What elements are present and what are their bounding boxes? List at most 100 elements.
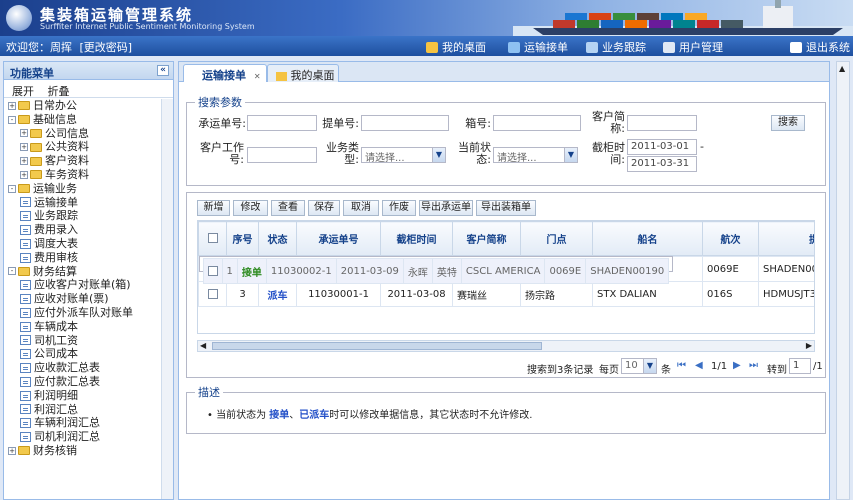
table-row[interactable]: 1 接单 11030002-1 2011-03-09 永晖 英特 CSCL AMERICA 0… [198,256,674,284]
col-header-order[interactable]: 承运单号 [296,221,381,256]
status-select[interactable]: 请选择... ▼ [493,147,578,164]
scroll-up-icon[interactable]: ▲ [839,64,845,73]
collapse-icon[interactable]: - [8,267,16,276]
nav-business-tracking[interactable]: 业务跟踪 [586,39,646,55]
col-header-voyage[interactable]: 航次 [702,221,759,256]
expand-all-button[interactable]: 展开 [12,85,34,98]
col-header-status[interactable]: 状态 [258,221,297,256]
toolbar-button[interactable]: 修改 [233,200,268,216]
expand-icon[interactable]: + [20,157,28,166]
sidebar-item[interactable]: 司机利润汇总 [8,430,169,444]
sidebar-item[interactable]: 应收对账单(票) [8,292,169,306]
sidebar-scrollbar[interactable] [161,99,173,499]
goto-input[interactable]: 1 [789,358,811,374]
close-icon[interactable]: ✕ [254,72,261,81]
toolbar-button[interactable]: 查看 [271,200,305,216]
biz-type-select[interactable]: 请选择... ▼ [361,147,446,164]
expand-icon[interactable]: + [8,446,16,455]
sidebar-item[interactable]: 运输接单 [8,196,169,210]
col-header-vessel[interactable]: 船名 [592,221,703,256]
search-button[interactable]: 搜索 [771,115,805,131]
change-password-link[interactable]: [更改密码] [80,41,133,54]
sidebar-item[interactable]: 应付外派车队对账单 [8,306,169,320]
logout-button[interactable]: 退出系统 [790,39,850,55]
toolbar-button[interactable]: 作废 [382,200,416,216]
toolbar-button[interactable]: 新增 [197,200,230,216]
collapse-icon[interactable]: - [8,115,16,124]
cutoff-to-input[interactable]: 2011-03-31 [627,156,697,172]
toolbar-button[interactable]: 取消 [343,200,379,216]
customer-input[interactable] [627,115,697,131]
sidebar-item[interactable]: + 客户资料 [8,154,169,168]
sidebar-item[interactable]: 费用审核 [8,251,169,265]
sidebar-item[interactable]: 应付款汇总表 [8,375,169,389]
col-header-no[interactable]: 序号 [226,221,259,256]
expand-icon[interactable]: + [8,101,16,110]
page-icon [20,280,31,291]
per-page-select[interactable]: 10 ▼ [621,358,657,374]
nav-home-label: 我的桌面 [442,41,486,54]
cutoff-from-input[interactable]: 2011-03-01 [627,139,697,155]
order-no-input[interactable] [247,115,317,131]
sidebar-item[interactable]: 车辆利润汇总 [8,416,169,430]
collapse-icon[interactable]: - [8,184,16,193]
sidebar-item[interactable]: 应收客户对账单(箱) [8,278,169,292]
tab-transport-order[interactable]: 运输接单 ✕ [183,64,267,82]
sidebar-item[interactable]: 车辆成本 [8,320,169,334]
toolbar-button[interactable]: 导出装箱单 [476,200,536,216]
expand-icon[interactable]: + [20,129,28,138]
sidebar-item[interactable]: 公司成本 [8,347,169,361]
checkbox-icon[interactable] [207,265,218,276]
sidebar-item[interactable]: - 运输业务 [8,182,169,196]
row-checkbox-cell[interactable] [202,258,223,284]
toolbar-button[interactable]: 导出承运单 [419,200,473,216]
page-scrollbar[interactable]: ▲ [836,61,850,500]
prev-page-icon[interactable]: ◀ [695,360,703,371]
cell-order: 11030002-1 [265,258,337,284]
nav-transport-order[interactable]: 运输接单 [508,39,568,55]
sidebar-item[interactable]: + 日常办公 [8,99,169,113]
work-no-label: 客户工作号: [200,141,244,166]
row-checkbox-cell[interactable] [198,281,227,307]
sidebar-item[interactable]: - 财务结算 [8,265,169,279]
sidebar-item[interactable]: 调度大表 [8,237,169,251]
horizontal-scrollbar[interactable]: ◀ ▶ [197,340,815,352]
page-icon [20,363,31,374]
tab-my-desktop[interactable]: 我的桌面 [267,64,339,82]
select-all-checkbox[interactable] [198,221,227,256]
toolbar-button[interactable]: 保存 [308,200,340,216]
bl-no-input[interactable] [361,115,449,131]
nav-home[interactable]: 我的桌面 [426,39,486,55]
col-header-cutoff[interactable]: 截柜时间 [380,221,453,256]
sidebar-item[interactable]: 司机工资 [8,334,169,348]
collapse-sidebar-button[interactable]: « [157,65,169,76]
checkbox-icon[interactable] [207,288,218,299]
box-no-input[interactable] [493,115,581,131]
sidebar-item[interactable]: 利润明细 [8,389,169,403]
sidebar-item[interactable]: 费用录入 [8,223,169,237]
scroll-left-icon[interactable]: ◀ [200,341,206,350]
sidebar-item[interactable]: 应收款汇总表 [8,361,169,375]
first-page-icon[interactable]: ⏮ [677,360,686,371]
folder-icon [30,142,42,152]
scroll-right-icon[interactable]: ▶ [806,341,812,350]
col-header-bl[interactable]: 提单号 [758,221,814,256]
sidebar-item[interactable]: - 基础信息 [8,113,169,127]
table-row[interactable]: 3 派车 11030001-1 2011-03-08 赛瑞丝 扬宗路 STX DALIAN 0… [198,281,814,307]
expand-icon[interactable]: + [20,170,28,179]
collapse-all-button[interactable]: 折叠 [48,85,70,98]
sidebar-item[interactable]: + 车务资料 [8,168,169,182]
col-header-door[interactable]: 门点 [520,221,593,256]
sidebar-item[interactable]: + 财务核销 [8,444,169,458]
col-header-customer[interactable]: 客户简称 [452,221,521,256]
sidebar-item[interactable]: + 公共资料 [8,140,169,154]
last-page-icon[interactable]: ⏭ [749,360,758,371]
sidebar-item[interactable]: 利润汇总 [8,403,169,417]
scroll-thumb[interactable] [212,342,542,350]
sidebar-item[interactable]: + 公司信息 [8,127,169,141]
next-page-icon[interactable]: ▶ [733,360,741,371]
sidebar-item[interactable]: 业务跟踪 [8,209,169,223]
work-no-input[interactable] [247,147,317,163]
expand-icon[interactable]: + [20,143,28,152]
nav-user-management[interactable]: 用户管理 [663,39,723,55]
